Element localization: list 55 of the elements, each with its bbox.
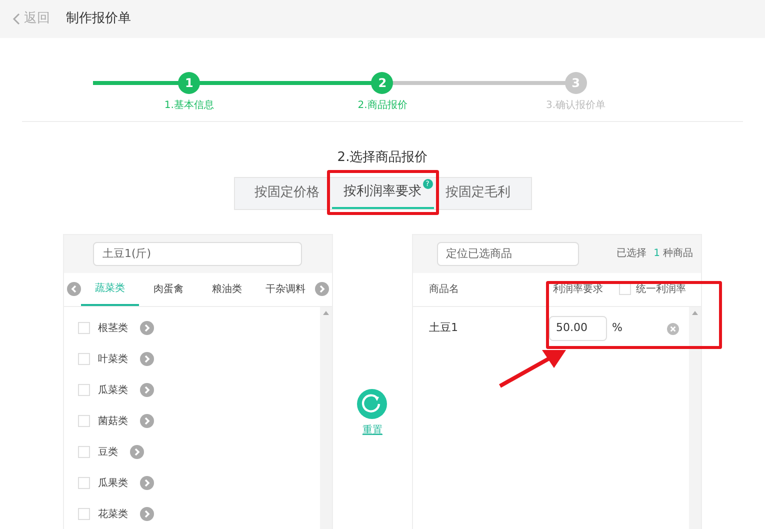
- checkbox[interactable]: [78, 322, 90, 334]
- step-label: 3.确认报价单: [546, 98, 606, 113]
- scroll-up-icon[interactable]: [322, 310, 329, 314]
- annotation-arrow: [498, 348, 568, 388]
- category-tab[interactable]: 粮油类: [198, 272, 256, 306]
- chevron-right-icon[interactable]: [140, 321, 154, 335]
- step-number: 1: [178, 72, 200, 94]
- chevron-right-icon[interactable]: [314, 282, 329, 296]
- chevron-right-icon[interactable]: [140, 507, 154, 521]
- category-label[interactable]: 豆类: [98, 444, 118, 460]
- column-header: 商品名: [429, 282, 460, 296]
- selected-count: 1: [654, 247, 660, 261]
- chevron-left-icon[interactable]: [67, 282, 81, 296]
- rate-input[interactable]: 50.00: [549, 316, 607, 341]
- category-tab[interactable]: 干杂调料: [256, 272, 315, 306]
- checkbox[interactable]: [78, 415, 90, 427]
- product-name: 土豆1: [429, 320, 459, 336]
- checkbox[interactable]: [78, 508, 90, 520]
- remove-icon[interactable]: [667, 322, 679, 334]
- checkbox[interactable]: [78, 446, 90, 458]
- chevron-right-icon[interactable]: [140, 414, 154, 428]
- scrollbar[interactable]: [320, 306, 332, 529]
- chevron-right-icon[interactable]: [140, 476, 154, 490]
- category-label[interactable]: 瓜菜类: [98, 382, 128, 398]
- selected-label: 已选择: [616, 246, 647, 261]
- step-number: 2: [371, 72, 394, 94]
- category-label[interactable]: 瓜果类: [98, 476, 128, 490]
- selected-unit: 种商品: [663, 246, 693, 261]
- category-label[interactable]: 叶菜类: [98, 352, 128, 366]
- scroll-up-icon[interactable]: [692, 310, 698, 314]
- search-field[interactable]: 定位已选商品: [437, 242, 579, 266]
- category-label[interactable]: 根茎类: [98, 320, 128, 336]
- step-label: 1.基本信息: [164, 98, 214, 113]
- category-tab[interactable]: 肉蛋禽: [139, 272, 198, 306]
- percent-unit: %: [612, 320, 624, 336]
- search-field[interactable]: 土豆1(斤): [93, 242, 302, 266]
- chevron-right-icon[interactable]: [140, 352, 154, 366]
- step-label: 2.商品报价: [358, 98, 408, 113]
- checkbox[interactable]: [78, 353, 90, 365]
- mode-tab[interactable]: 按固定价格: [242, 178, 332, 208]
- checkbox[interactable]: [78, 477, 90, 489]
- section-title: 2.选择商品报价: [337, 149, 428, 167]
- checkbox[interactable]: [619, 283, 631, 295]
- chevron-left-icon: [12, 13, 20, 25]
- mode-tab[interactable]: 按固定毛利: [434, 178, 522, 208]
- column-header: 利润率要求: [553, 282, 604, 296]
- refresh-icon: [357, 388, 388, 418]
- page-title: 制作报价单: [66, 10, 131, 28]
- scrollbar[interactable]: [689, 306, 701, 529]
- category-label[interactable]: 菌菇类: [98, 414, 128, 428]
- checkbox[interactable]: [78, 384, 90, 396]
- category-label[interactable]: 花菜类: [98, 506, 128, 522]
- chevron-right-icon[interactable]: [140, 383, 154, 397]
- checkbox-label[interactable]: 统一利润率: [636, 282, 686, 296]
- chevron-right-icon[interactable]: [130, 445, 144, 459]
